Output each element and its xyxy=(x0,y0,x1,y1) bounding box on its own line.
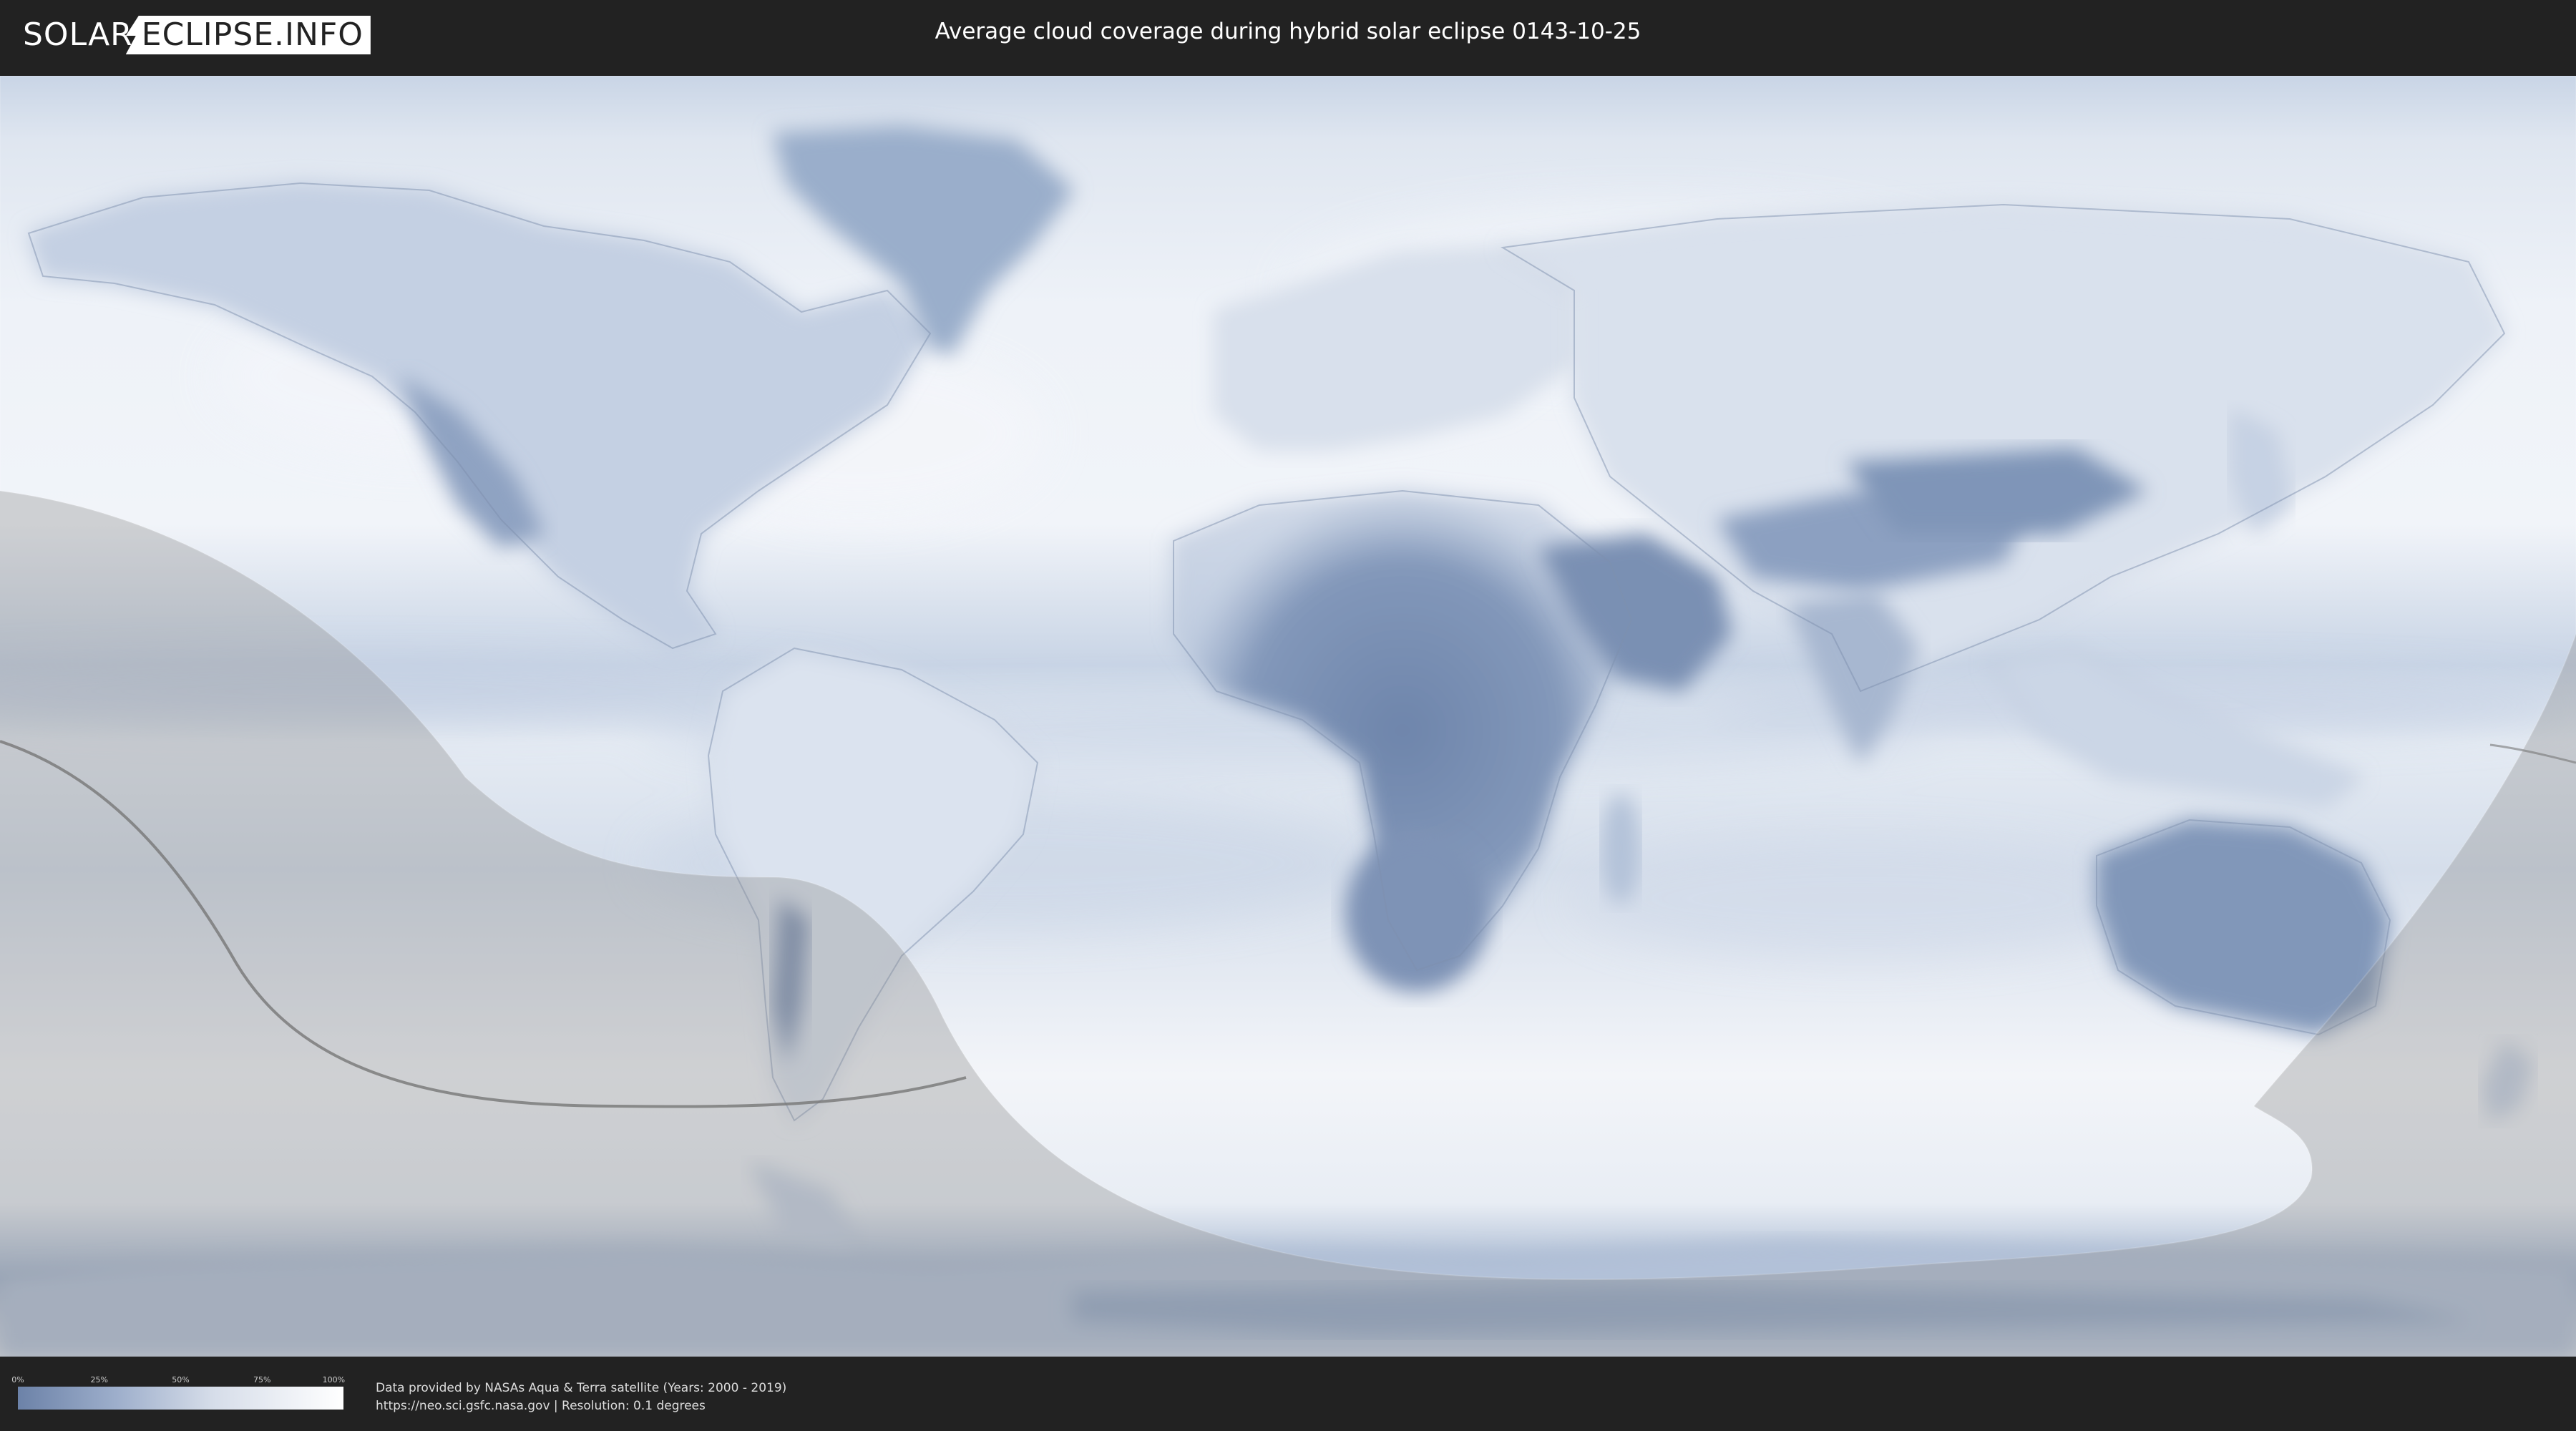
legend-ticks: 0% 25% 50% 75% 100% xyxy=(11,1375,346,1387)
legend-tick-100: 100% xyxy=(322,1375,346,1384)
madagascar xyxy=(1602,794,1639,903)
legend-tick-25: 25% xyxy=(90,1375,108,1384)
cloud-coverage-map[interactable] xyxy=(0,76,2576,1357)
footer-bar: 0% 25% 50% 75% 100% Data provided by NAS… xyxy=(0,1358,2576,1431)
data-credits: Data provided by NASAs Aqua & Terra sate… xyxy=(376,1379,786,1415)
world-map-cloud-coverage xyxy=(0,76,2576,1357)
page-title: Average cloud coverage during hybrid sol… xyxy=(935,19,1641,44)
credits-line-1: Data provided by NASAs Aqua & Terra sate… xyxy=(376,1381,787,1395)
header-bar: SOLAR ECLIPSE.INFO Average cloud coverag… xyxy=(0,0,2576,73)
legend-tick-75: 75% xyxy=(253,1375,271,1384)
legend-color-bar xyxy=(18,1387,343,1410)
credits-line-2[interactable]: https://neo.sci.gsfc.nasa.gov | Resoluti… xyxy=(376,1397,786,1415)
cloud-coverage-legend: 0% 25% 50% 75% 100% xyxy=(11,1375,346,1410)
legend-tick-50: 50% xyxy=(172,1375,190,1384)
legend-tick-0: 0% xyxy=(11,1375,24,1384)
